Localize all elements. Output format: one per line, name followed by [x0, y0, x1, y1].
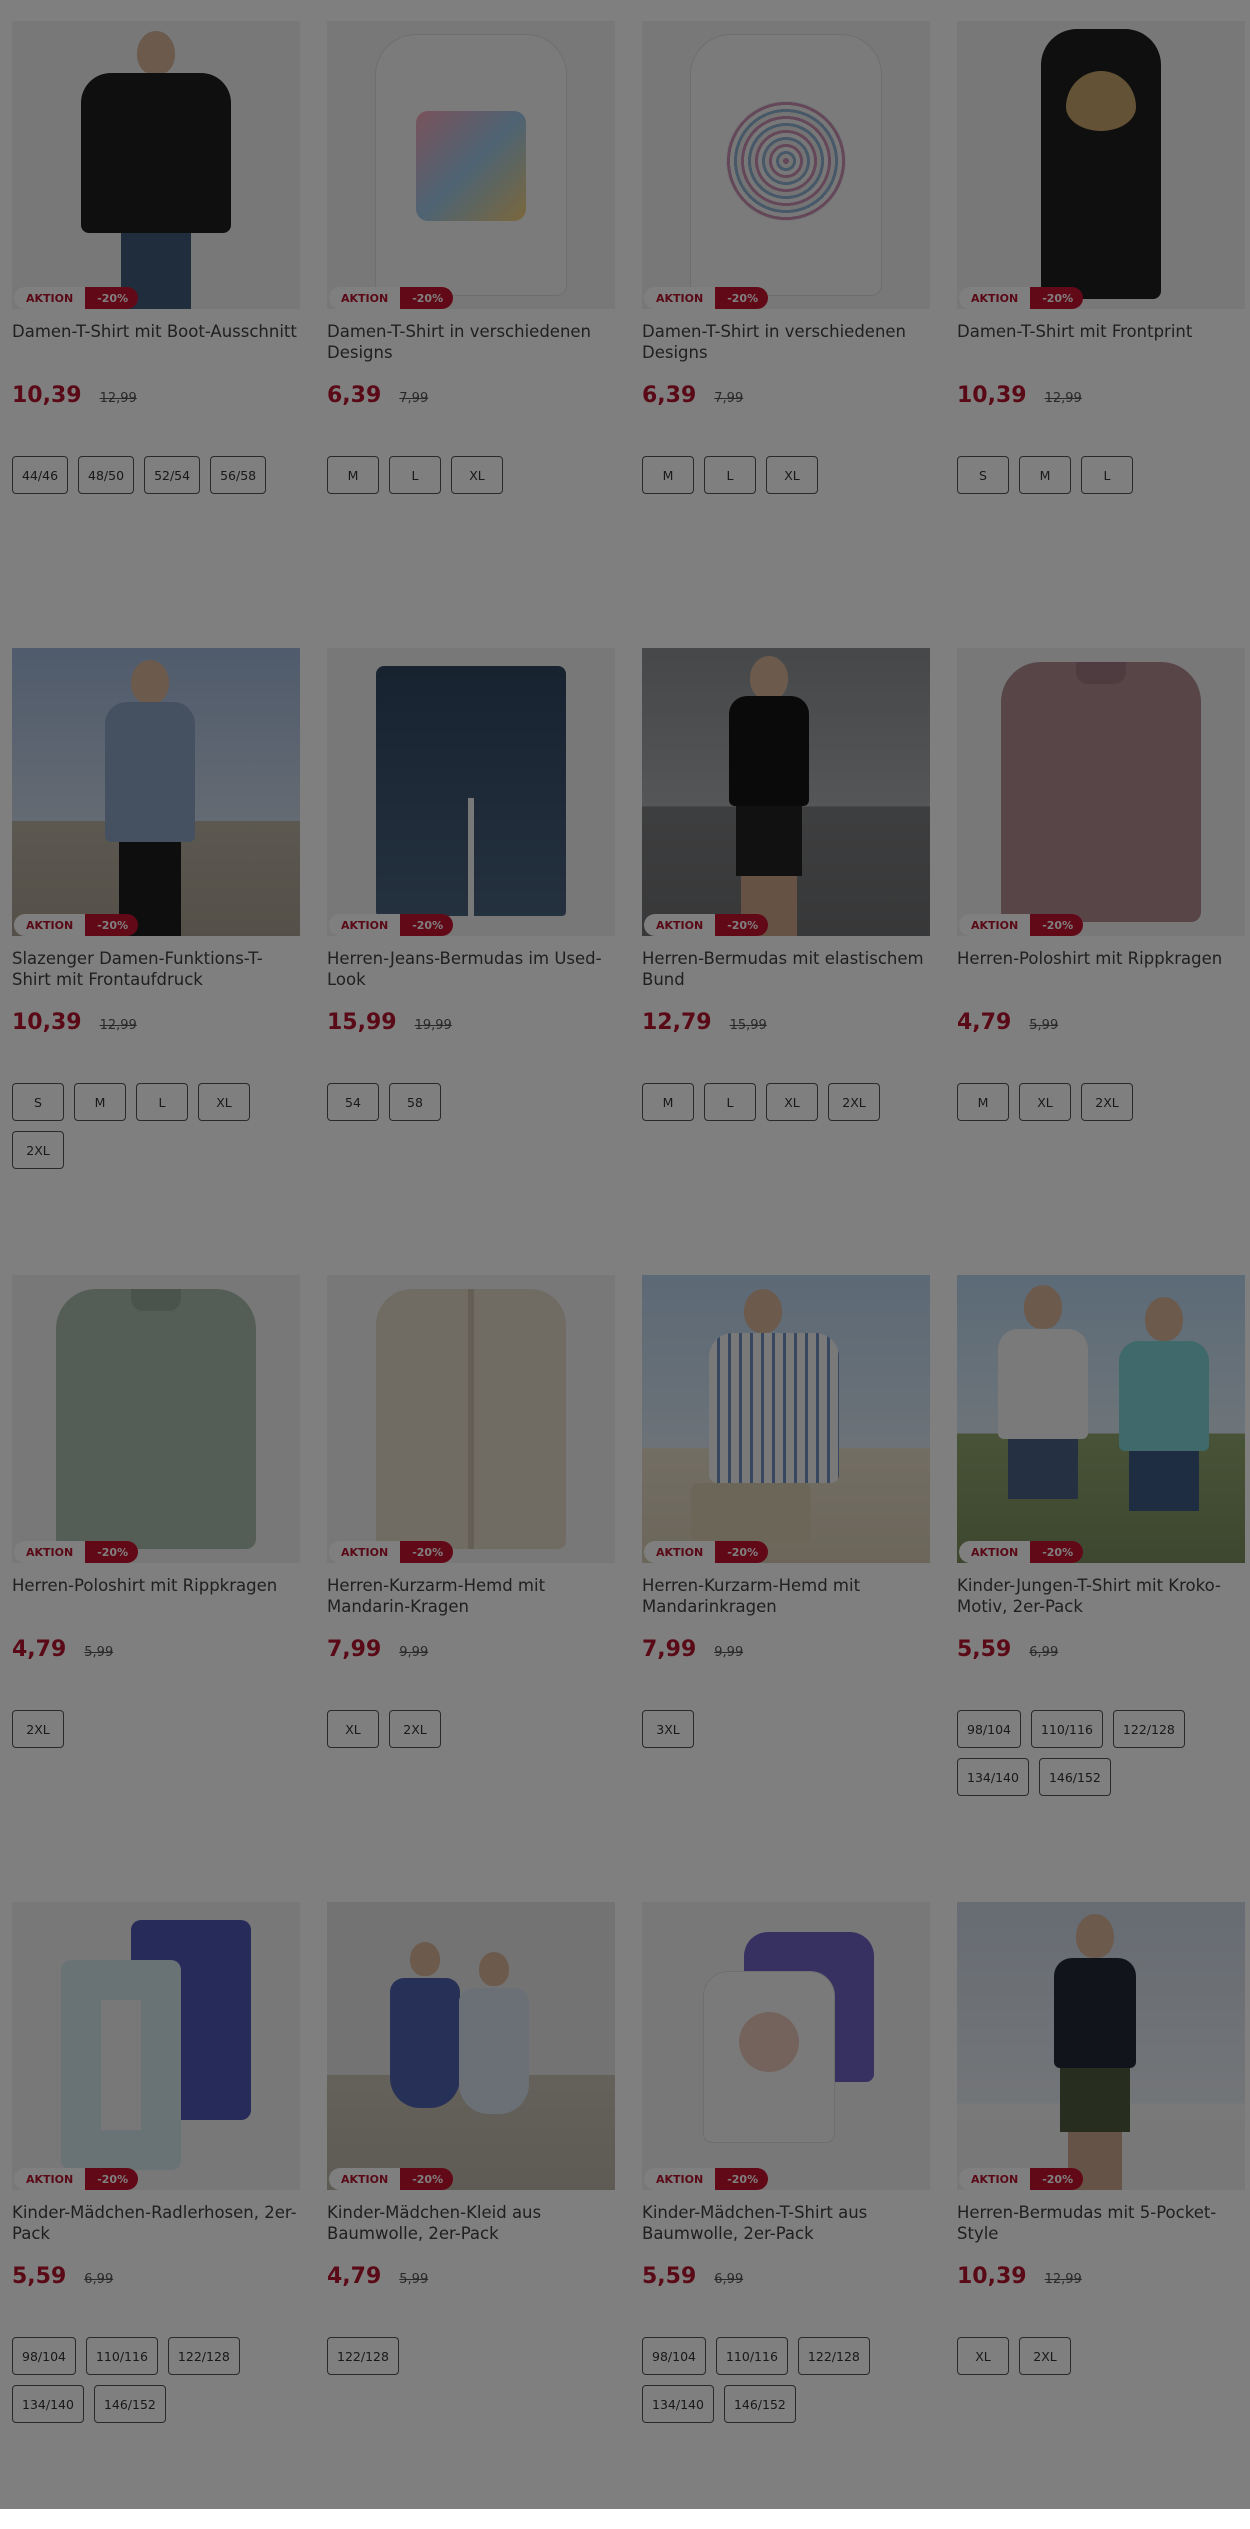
modal-backdrop-overlay[interactable]	[0, 0, 1250, 2509]
